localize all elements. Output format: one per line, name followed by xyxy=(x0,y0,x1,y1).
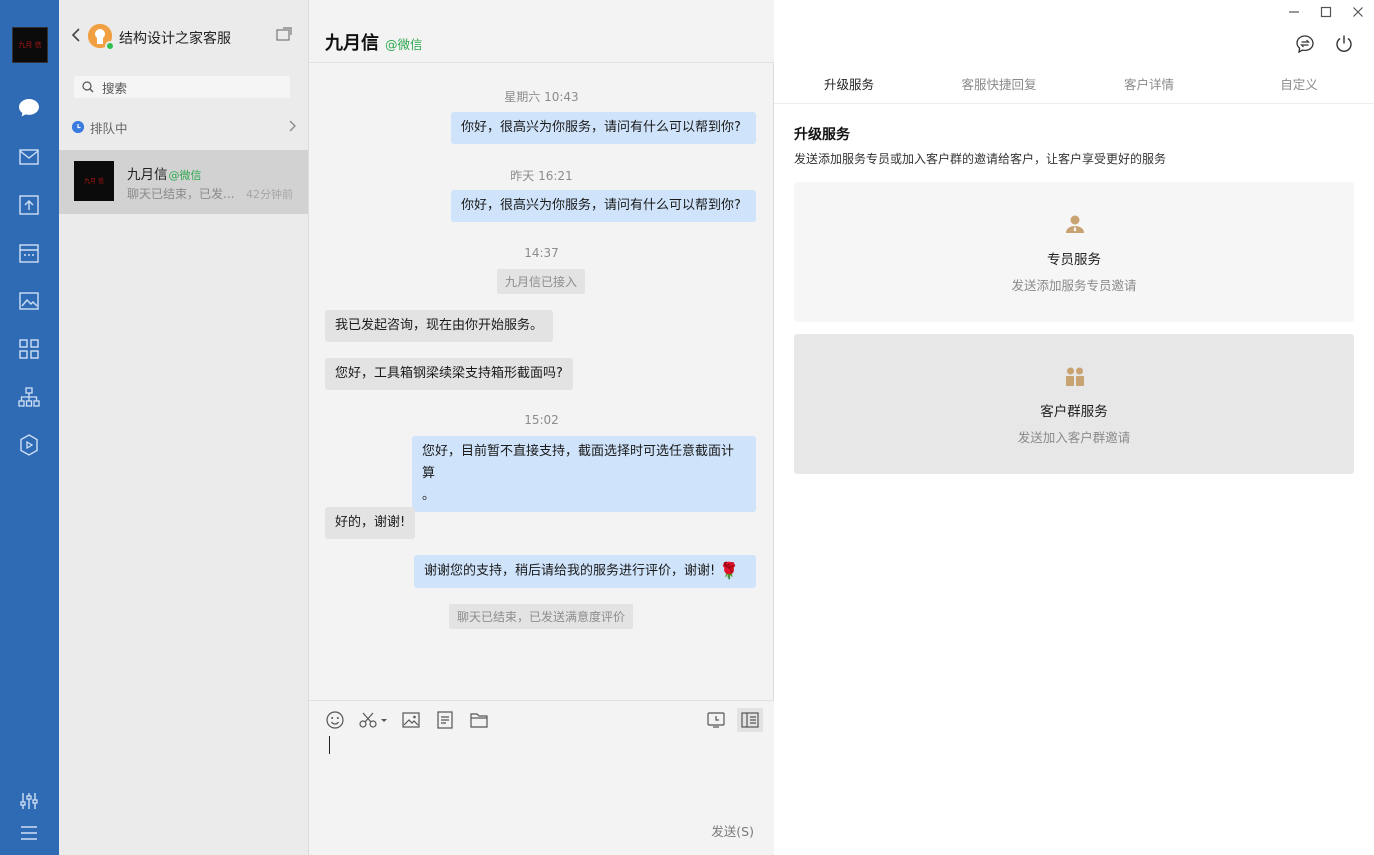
group-icon xyxy=(1064,365,1086,387)
clock-icon xyxy=(72,121,84,133)
contact-avatar: 九月 信 xyxy=(74,161,114,201)
minimize-icon[interactable] xyxy=(1286,4,1302,20)
panel-tabs: 升级服务 客服快捷回复 客户详情 自定义 xyxy=(774,63,1374,104)
tab-custom[interactable]: 自定义 xyxy=(1244,74,1354,93)
panel-description: 发送添加服务专员或加入客户群的邀请给客户，让客户享受更好的服务 xyxy=(794,152,1167,166)
chat-source: @微信 xyxy=(385,37,423,52)
chevron-right-icon xyxy=(288,120,296,136)
chat-title: 九月信 xyxy=(325,33,379,54)
account-name: 结构设计之家客服 xyxy=(119,31,231,47)
org-icon[interactable] xyxy=(17,385,41,409)
panel-title: 升级服务 xyxy=(794,127,850,143)
queue-label: 排队中 xyxy=(90,120,128,136)
card-subtitle: 发送加入客户群邀请 xyxy=(1017,430,1131,445)
screenshot-scissors-icon[interactable] xyxy=(359,710,389,730)
text-input-caret[interactable] xyxy=(329,736,330,754)
tab-quick-reply[interactable]: 客服快捷回复 xyxy=(944,74,1054,93)
sidebar-toggle-icon[interactable] xyxy=(737,708,763,732)
apps-icon[interactable] xyxy=(17,337,41,361)
last-message-time: 42分钟前 xyxy=(246,188,293,201)
timestamp: 星期六 10:43 xyxy=(504,90,579,104)
maximize-icon[interactable] xyxy=(1318,4,1334,20)
document-icon[interactable] xyxy=(435,710,455,730)
menu-icon[interactable] xyxy=(17,821,41,845)
timestamp: 14:37 xyxy=(524,246,559,260)
message-bubble-incoming[interactable]: 好的，谢谢! xyxy=(325,507,416,539)
agent-icon xyxy=(1064,213,1086,235)
message-text: 谢谢您的支持，稍后请给我的服务进行评价，谢谢! xyxy=(424,563,716,579)
message-bubble-outgoing[interactable]: 你好，很高兴为你服务，请问有什么可以帮到你? xyxy=(451,190,756,222)
message-bubble-outgoing[interactable]: 谢谢您的支持，稍后请给我的服务进行评价，谢谢! 🌹 xyxy=(414,555,756,588)
message-bubble-outgoing[interactable]: 你好，很高兴为你服务，请问有什么可以帮到你? xyxy=(451,112,756,144)
close-icon[interactable] xyxy=(1350,4,1366,20)
chat-icon[interactable] xyxy=(17,96,41,120)
dedicated-service-card[interactable]: 专员服务 发送添加服务专员邀请 xyxy=(794,182,1354,322)
tab-customer-details[interactable]: 客户详情 xyxy=(1094,74,1204,93)
left-rail: 九月 信 xyxy=(0,0,59,855)
last-message-preview: 聊天已结束，已发... xyxy=(127,187,235,201)
card-title: 专员服务 xyxy=(1047,252,1101,268)
service-avatar xyxy=(88,24,115,51)
send-button[interactable]: 发送(S) xyxy=(711,821,754,840)
user-avatar[interactable]: 九月 信 xyxy=(12,27,48,63)
chat-header: 九月信 @微信 xyxy=(309,0,774,63)
queue-row[interactable]: 排队中 xyxy=(72,118,296,136)
power-icon[interactable] xyxy=(1334,34,1354,54)
box-icon[interactable] xyxy=(17,433,41,457)
history-icon[interactable] xyxy=(706,710,726,730)
timestamp: 昨天 16:21 xyxy=(510,169,573,183)
contact-source: @微信 xyxy=(168,169,202,182)
search-input[interactable]: 搜索 xyxy=(74,76,290,98)
message-list[interactable]: 星期六 10:43 你好，很高兴为你服务，请问有什么可以帮到你? 昨天 16:2… xyxy=(309,63,774,700)
message-composer: 发送(S) xyxy=(309,700,774,855)
service-panel: 升级服务 客服快捷回复 客户详情 自定义 升级服务 发送添加服务专员或加入客户群… xyxy=(774,0,1374,855)
transfer-chat-icon[interactable] xyxy=(1295,34,1315,54)
chat-panel: 九月信 @微信 星期六 10:43 你好，很高兴为你服务，请问有什么可以帮到你?… xyxy=(309,0,774,855)
contact-avatar-text: 九月 信 xyxy=(84,177,104,185)
message-bubble-incoming[interactable]: 我已发起咨询，现在由你开始服务。 xyxy=(325,310,554,342)
search-icon xyxy=(82,81,94,93)
avatar-text: 九月 信 xyxy=(18,41,42,49)
mail-icon[interactable] xyxy=(17,145,41,169)
folder-icon[interactable] xyxy=(469,710,489,730)
message-bubble-outgoing[interactable]: 您好，目前暂不直接支持，截面选择时可选任意截面计算 。 xyxy=(412,436,756,512)
calendar-icon[interactable] xyxy=(17,241,41,265)
search-placeholder: 搜索 xyxy=(102,80,128,96)
online-status-dot xyxy=(105,41,115,51)
upload-icon[interactable] xyxy=(17,193,41,217)
image-icon[interactable] xyxy=(401,710,421,730)
customer-group-card[interactable]: 客户群服务 发送加入客户群邀请 xyxy=(794,334,1354,474)
system-notice: 聊天已结束，已发送满意度评价 xyxy=(449,604,634,629)
popout-icon[interactable] xyxy=(276,27,292,43)
rose-emoji-icon: 🌹 xyxy=(719,561,740,580)
system-notice: 九月信已接入 xyxy=(497,269,586,294)
message-line: 您好，目前暂不直接支持，截面选择时可选任意截面计算 xyxy=(422,444,735,481)
contact-name-text: 九月信 xyxy=(127,167,168,183)
session-list: 结构设计之家客服 搜索 排队中 九月 信 九月信@微信 聊天已结束，已发... … xyxy=(59,0,309,855)
card-title: 客户群服务 xyxy=(1040,404,1108,420)
emoji-icon[interactable] xyxy=(325,710,345,730)
card-subtitle: 发送添加服务专员邀请 xyxy=(1011,278,1137,293)
conversation-item[interactable]: 九月 信 九月信@微信 聊天已结束，已发... 42分钟前 xyxy=(59,150,308,214)
timestamp: 15:02 xyxy=(524,413,559,427)
settings-icon[interactable] xyxy=(17,789,41,813)
message-line: 。 xyxy=(422,488,436,503)
photos-icon[interactable] xyxy=(17,289,41,313)
contact-name: 九月信@微信 xyxy=(127,163,202,183)
back-button[interactable] xyxy=(70,27,82,43)
tab-upgrade-service[interactable]: 升级服务 xyxy=(794,74,904,93)
message-bubble-incoming[interactable]: 您好，工具箱钢梁续梁支持箱形截面吗? xyxy=(325,358,573,390)
session-header: 结构设计之家客服 xyxy=(59,0,309,62)
